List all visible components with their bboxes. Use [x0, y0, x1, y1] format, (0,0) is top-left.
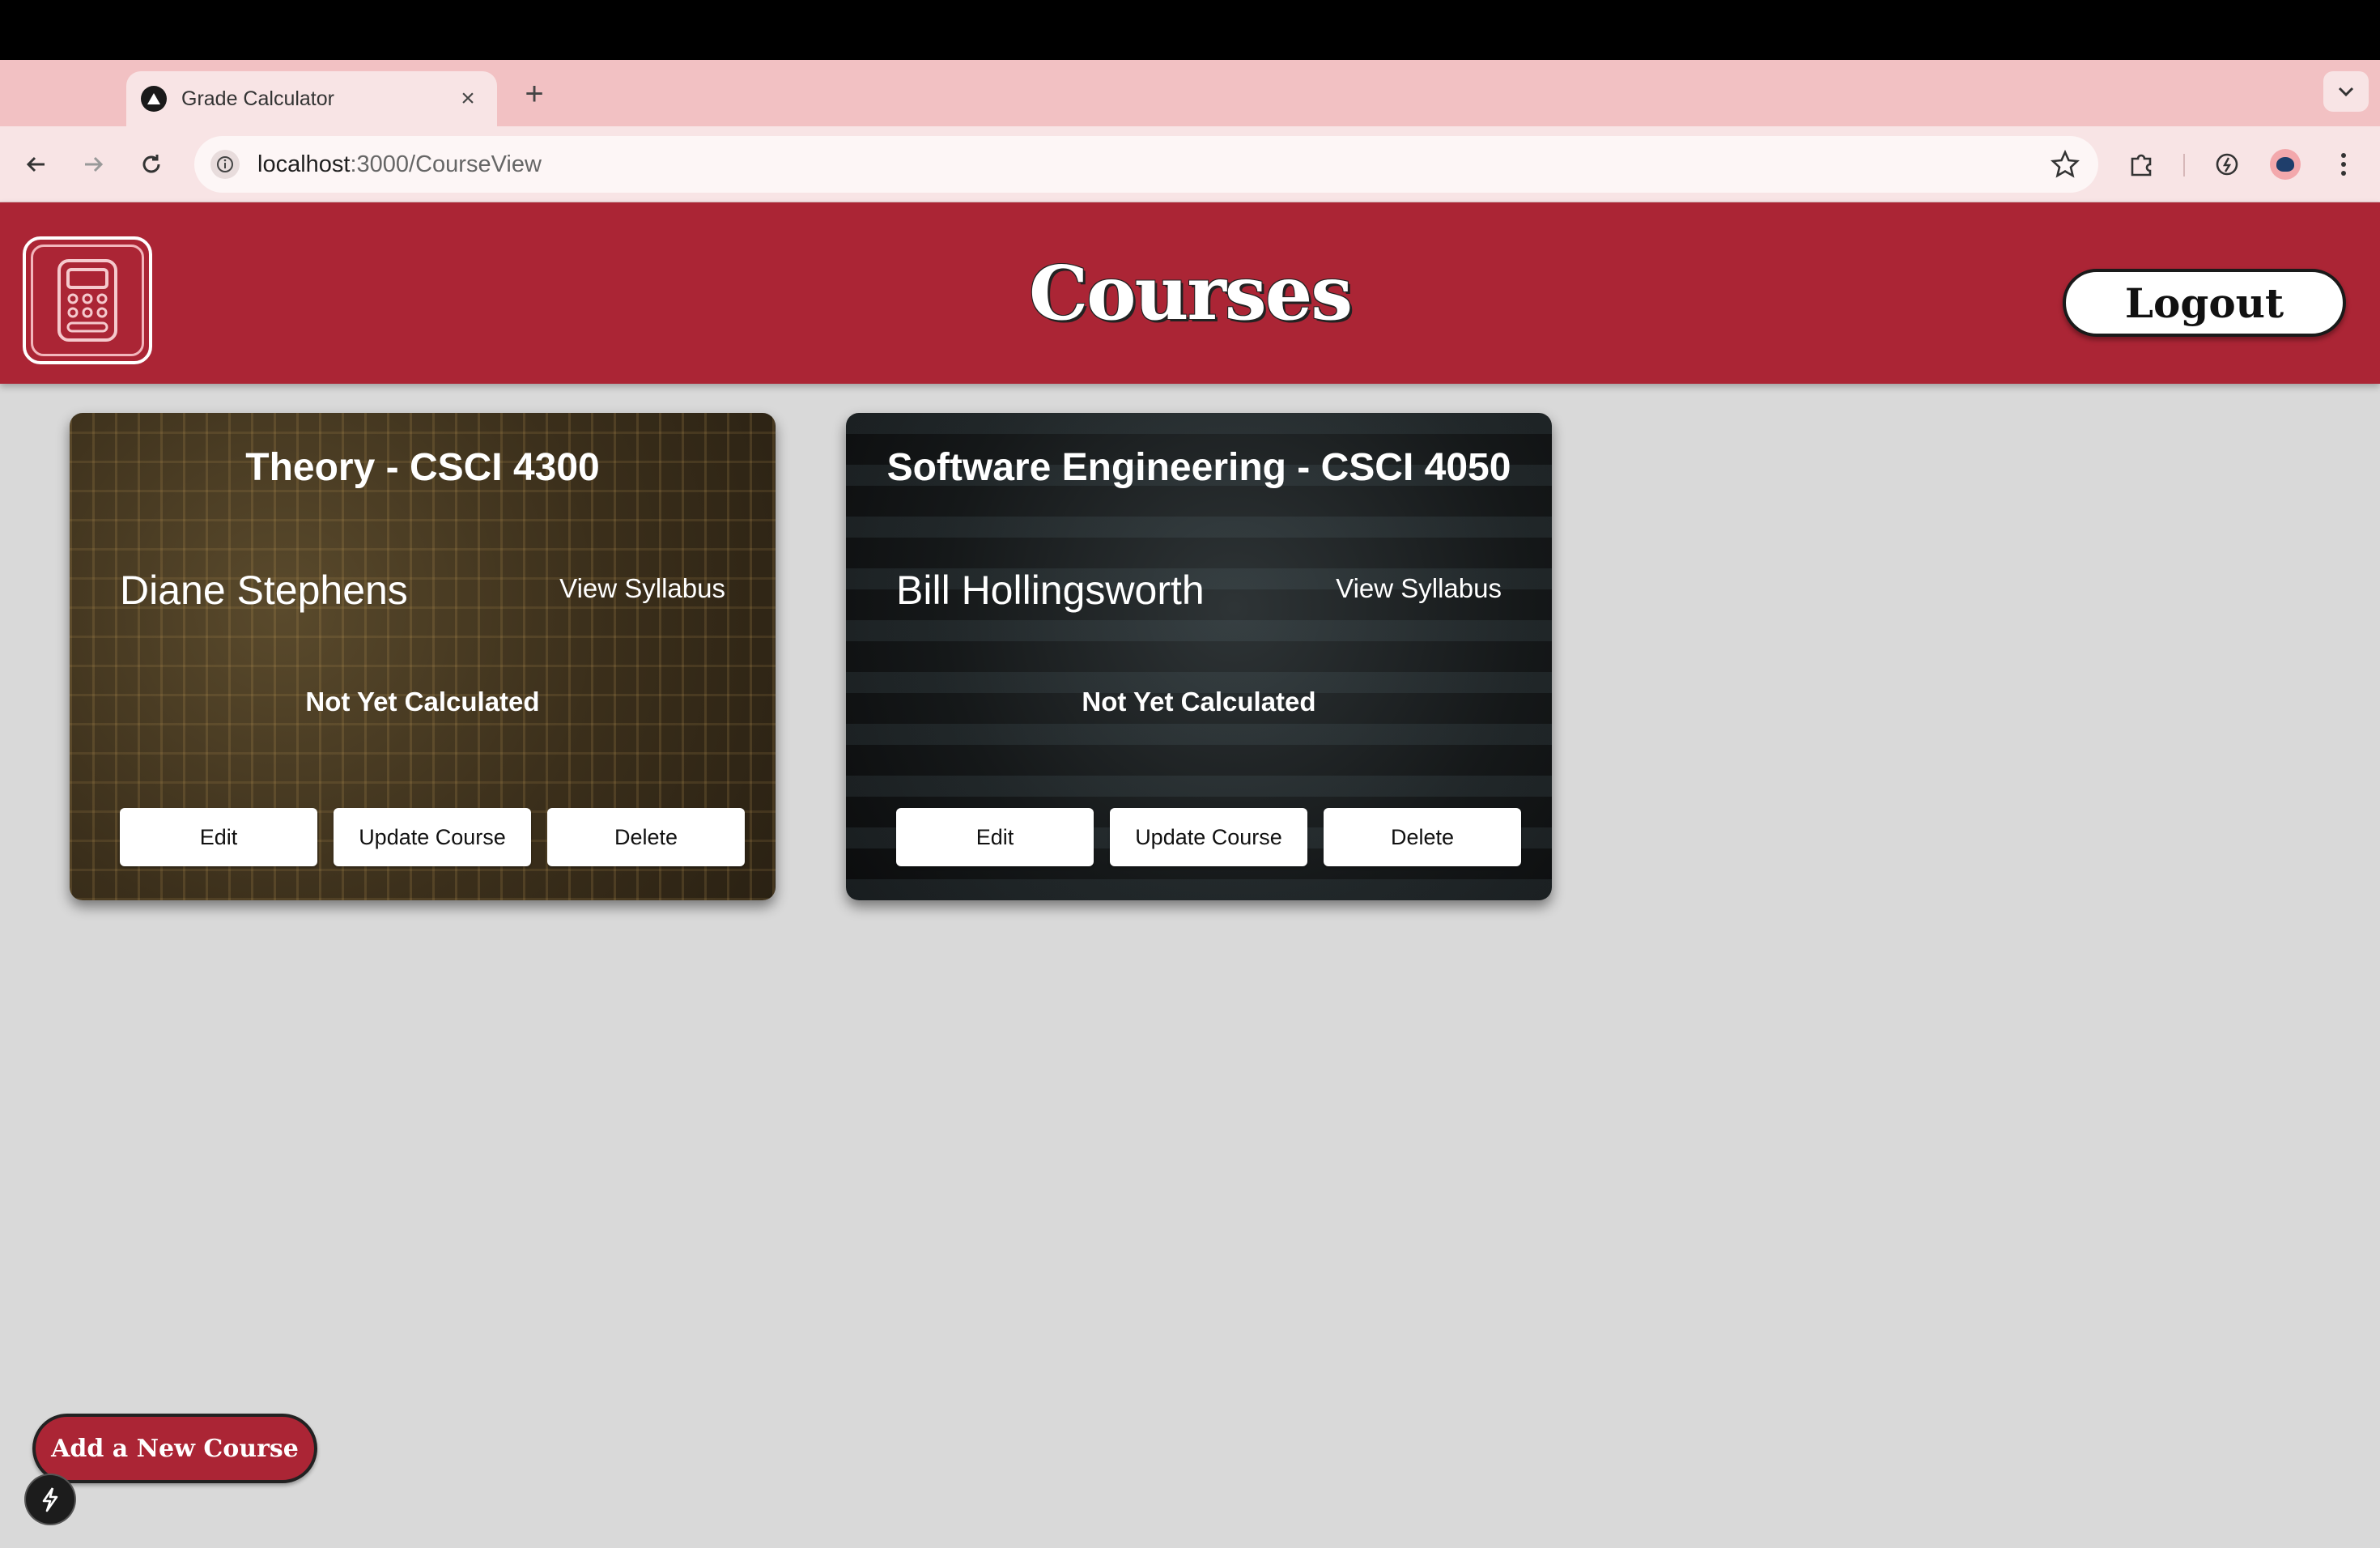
add-course-button[interactable]: Add a New Course: [32, 1414, 317, 1483]
os-menu-bar: [0, 0, 2380, 60]
back-arrow-icon: [26, 156, 45, 172]
course-card: Theory - CSCI 4300 Diane Stephens View S…: [70, 413, 776, 900]
profile-button[interactable]: [2267, 146, 2304, 183]
bookmark-star-icon[interactable]: [2050, 149, 2080, 180]
url-host: localhost: [257, 151, 351, 177]
toolbar-divider: [2183, 154, 2185, 176]
forward-arrow-icon: [85, 156, 104, 172]
edit-button[interactable]: Edit: [896, 808, 1094, 866]
browser-menu-button[interactable]: [2325, 146, 2362, 183]
performance-button[interactable]: [2208, 146, 2246, 183]
chevron-down-icon: [2338, 87, 2354, 97]
grade-status: Not Yet Calculated: [305, 687, 540, 717]
delete-button[interactable]: Delete: [1324, 808, 1521, 866]
view-syllabus-link[interactable]: View Syllabus: [559, 573, 725, 604]
url-text: localhost:3000/CourseView: [257, 151, 542, 178]
lightning-icon: [42, 1487, 58, 1512]
tab-close-icon[interactable]: ×: [453, 84, 482, 113]
view-syllabus-link[interactable]: View Syllabus: [1336, 573, 1502, 604]
new-tab-button[interactable]: +: [518, 78, 550, 110]
reload-button[interactable]: [131, 144, 172, 185]
logout-button[interactable]: Logout: [2063, 269, 2346, 337]
delete-button[interactable]: Delete: [547, 808, 745, 866]
browser-toolbar: localhost:3000/CourseView: [0, 126, 2380, 202]
browser-tab-strip: Grade Calculator × +: [0, 60, 2380, 126]
course-title: Theory - CSCI 4300: [245, 446, 600, 489]
back-button[interactable]: [16, 144, 57, 185]
edit-button[interactable]: Edit: [120, 808, 317, 866]
instructor-name: Diane Stephens: [120, 568, 408, 613]
url-path: :3000/CourseView: [350, 151, 542, 177]
instructor-name: Bill Hollingsworth: [896, 568, 1205, 613]
extensions-button[interactable]: [2123, 146, 2160, 183]
dev-tools-badge[interactable]: [26, 1475, 74, 1524]
address-bar[interactable]: localhost:3000/CourseView: [194, 136, 2098, 193]
speed-icon: [2216, 153, 2238, 176]
card-actions: Edit Update Course Delete: [896, 808, 1521, 866]
avatar: [2270, 149, 2301, 180]
browser-tab[interactable]: Grade Calculator ×: [126, 71, 497, 126]
puzzle-icon: [2131, 154, 2152, 176]
course-title: Software Engineering - CSCI 4050: [886, 446, 1511, 489]
forward-button[interactable]: [73, 144, 113, 185]
update-course-button[interactable]: Update Course: [1110, 808, 1307, 866]
tab-title: Grade Calculator: [181, 87, 334, 110]
app-header: Courses Logout: [0, 202, 2380, 384]
card-actions: Edit Update Course Delete: [120, 808, 745, 866]
grade-status: Not Yet Calculated: [1082, 687, 1316, 717]
update-course-button[interactable]: Update Course: [334, 808, 531, 866]
reload-icon: [142, 155, 160, 173]
tab-search-button[interactable]: [2323, 71, 2369, 112]
page-title: Courses: [1028, 249, 1353, 337]
site-info-icon[interactable]: [210, 150, 240, 179]
kebab-menu-icon: [2341, 153, 2346, 176]
course-card: Software Engineering - CSCI 4050 Bill Ho…: [846, 413, 1552, 900]
favicon-icon: [141, 86, 167, 112]
